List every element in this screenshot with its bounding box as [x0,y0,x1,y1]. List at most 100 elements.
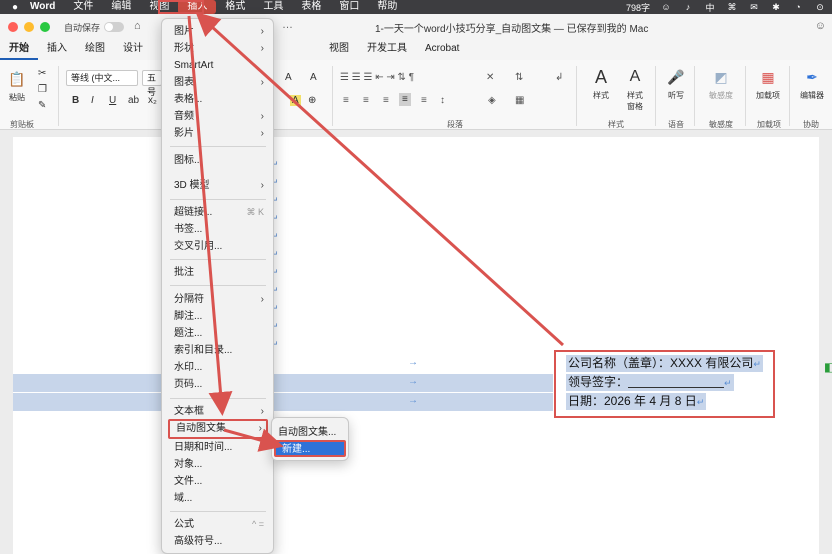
sensitivity-button[interactable]: ◩ 敏感度 [703,66,739,101]
menu-item-bookmark[interactable]: 书签... [168,221,268,238]
apple-icon[interactable]: ● [6,2,24,13]
addins-button[interactable]: ▦ 加载项 [751,66,785,101]
menu-item-footnote[interactable]: 脚注... [168,308,268,325]
font-name-select[interactable]: 等线 (中文... [66,70,138,86]
layout-options-icon[interactable]: ◧ [824,360,832,374]
distribute-icon[interactable]: ≡ [421,95,427,106]
home-icon[interactable]: ⌂ [134,20,141,32]
menu-item-audio[interactable]: 音频 › [168,108,268,125]
menubar-file[interactable]: 文件 [64,0,102,14]
shading-icon[interactable]: ◈ [488,95,496,106]
menu-item-cross-reference[interactable]: 交叉引用... [168,238,268,255]
zoom-window-button[interactable] [40,22,50,32]
underline-button[interactable]: U [109,95,116,106]
menu-item-table[interactable]: 表格... [168,91,268,108]
control-center-icon[interactable]: ⊙ [814,2,826,13]
format-painter-icon[interactable]: ✎ [38,100,46,111]
line-spacing-icon[interactable]: ↕ [440,95,445,106]
microphone-icon: 🎤 [667,68,685,85]
menu-item-break[interactable]: 分隔符 › [168,291,268,308]
menu-item-equation[interactable]: 公式 ^ = [168,516,268,533]
submenu-item-autotext[interactable]: 自动图文集... [278,423,336,438]
asian-layout-icon[interactable]: ✕ [486,72,494,83]
char-circle-icon[interactable]: ⊕ [308,95,316,106]
more-icon[interactable]: … [282,19,293,31]
bluetooth-icon[interactable]: ✱ [770,2,782,13]
copy-icon[interactable]: ❐ [38,84,47,95]
align-right-icon[interactable]: ≡ [383,95,389,106]
bullets-icon[interactable]: ☰ ☰ ☰ ⇤ ⇥ ⇅ ¶ [340,72,414,83]
menu-item-index-toc[interactable]: 索引和目录... [168,342,268,359]
editor-button[interactable]: ✒ 编辑器 [795,66,829,101]
autosave-control[interactable]: 自动保存 [64,21,125,34]
show-marks-icon[interactable]: ↲ [555,72,563,83]
menu-item-smartart[interactable]: SmartArt [168,57,268,74]
menu-item-object[interactable]: 对象... [168,456,268,473]
tab-draw[interactable]: 绘图 [76,40,114,60]
menu-item-watermark[interactable]: 水印... [168,359,268,376]
styles-pane-icon: A [629,68,641,85]
tab-developer[interactable]: 开发工具 [358,40,416,60]
menu-item-page-number[interactable]: 页码... [168,376,268,393]
dictate-button[interactable]: 🎤 听写 [662,66,690,101]
profile-icon[interactable]: ☺ [815,20,826,32]
tab-home[interactable]: 开始 [0,40,38,60]
wechat-icon[interactable]: ✉ [748,2,760,13]
menu-item-advanced-symbol[interactable]: 高级符号... [168,533,268,550]
menubar-table[interactable]: 表格 [292,0,330,14]
input-method-icon[interactable]: 中 [704,1,716,14]
menu-item-chart[interactable]: 图表 › [168,74,268,91]
menubar-format[interactable]: 格式 [216,0,254,14]
wifi-icon[interactable]: ◔ [792,2,804,12]
menu-item-hyperlink[interactable]: 超链接... ⌘ K [168,204,268,221]
align-center-icon[interactable]: ≡ [363,95,369,106]
menubar-edit[interactable]: 编辑 [102,0,140,14]
cut-icon[interactable]: ✂ [38,68,46,79]
char-border-icon[interactable]: A [310,72,317,83]
menu-item-movie[interactable]: 影片 › [168,125,268,142]
menubar-window[interactable]: 窗口 [330,0,368,14]
menu-item-comment[interactable]: 批注 [168,264,268,281]
subscript-icon[interactable]: x₂ [148,95,157,106]
tab-view[interactable]: 视图 [320,40,358,60]
menu-item-icons[interactable]: 图标... [168,152,268,169]
menu-item-shapes[interactable]: 形状 › [168,40,268,57]
menu-item-date-time[interactable]: 日期和时间... [168,439,268,456]
menu-item-text-box[interactable]: 文本框 › [168,403,268,420]
menu-item-caption[interactable]: 题注... [168,325,268,342]
emoji-icon[interactable]: ☺ [660,2,672,12]
menu-item-file[interactable]: 文件... [168,473,268,490]
menu-item-3d-model[interactable]: 3D 模型 › [168,177,268,194]
submenu-item-new[interactable]: 新建... [274,440,346,457]
menu-item-field[interactable]: 域... [168,490,268,507]
menu-item-picture[interactable]: 图片 › [168,23,268,40]
control-icon[interactable]: ⌘ [726,2,738,13]
tab-design[interactable]: 设计 [114,40,152,60]
mic-icon[interactable]: ♪ [682,2,694,12]
font-size-select[interactable]: 五号 [142,70,162,97]
menubar-word[interactable]: Word [24,0,64,14]
minimize-window-button[interactable] [24,22,34,32]
align-left-icon[interactable]: ≡ [343,95,349,106]
autosave-toggle[interactable] [104,22,125,32]
justify-icon[interactable]: ≡ [399,93,411,106]
tab-insert[interactable]: 插入 [38,40,76,60]
close-window-button[interactable] [8,22,18,32]
sort-icon[interactable]: ⇅ [515,72,523,83]
highlight-icon[interactable]: A [290,95,301,106]
paste-button[interactable]: 📋 粘贴 [4,68,30,103]
menubar-tools[interactable]: 工具 [254,0,292,14]
menu-item-autotext[interactable]: 自动图文集 › [168,419,268,439]
paragraph-group-label: 段落 [447,120,463,129]
bold-button[interactable]: B [72,95,79,106]
borders-icon[interactable]: ▦ [515,95,524,106]
text-effect-icon[interactable]: A [285,72,292,83]
document-page[interactable]: ↵ ↵ ↵ ↵ ↵ ↵ ↵ ↵ ↵ ↵ ↵ → → → 公司名称（盖章）：XXX… [13,137,832,554]
italic-button[interactable]: I [91,95,94,106]
menubar-help[interactable]: 帮助 [368,0,406,14]
styles-button[interactable]: A 样式 [584,66,618,101]
strikethrough-icon[interactable]: ab [128,95,139,106]
tab-acrobat[interactable]: Acrobat [416,40,468,60]
signature-block-highlight[interactable]: 公司名称（盖章）：XXXX 有限公司↵ 领导签字： ↵ 日期：2026 年 4 月… [554,350,775,418]
styles-pane-button[interactable]: A 样式 窗格 [620,66,650,112]
